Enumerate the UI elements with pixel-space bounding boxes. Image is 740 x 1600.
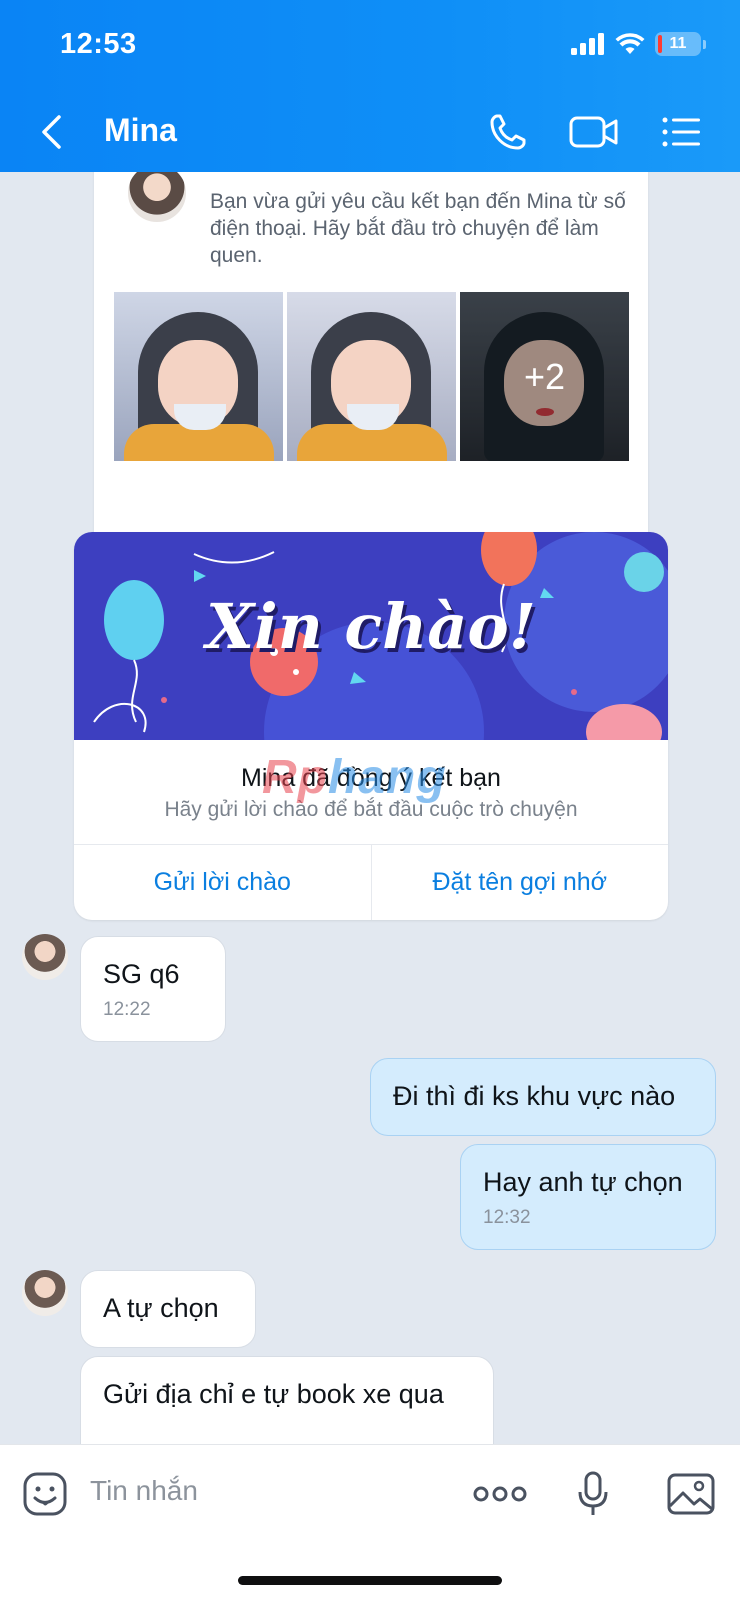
emoji-icon [23,1472,67,1516]
message-bubble-outgoing[interactable]: Đi thì đi ks khu vực nào [370,1058,716,1136]
message-text: A tự chọn [103,1293,219,1323]
chat-header: 12:53 11 Mina [0,0,740,172]
message-bubble-outgoing[interactable]: Hay anh tự chọn 12:32 [460,1144,716,1250]
greeting-banner-text: Xin chào! [206,590,536,663]
contact-photo[interactable] [287,292,456,461]
message-bubble-incoming[interactable]: A tự chọn [80,1270,256,1348]
more-dots-icon [473,1486,527,1502]
sender-avatar[interactable] [22,1270,68,1316]
message-time: 12:22 [103,999,151,1020]
battery-cap [703,39,706,49]
signal-icon [571,33,604,55]
contact-name[interactable]: Mina [104,112,177,149]
battery-level: 11 [669,35,687,52]
watermark: Rphang [262,751,447,804]
list-menu-icon [662,117,700,147]
sticker-button[interactable] [18,1467,72,1521]
home-indicator[interactable] [238,1576,502,1585]
phone-icon [490,114,526,150]
contact-photo[interactable]: +2 [460,292,629,461]
image-icon [667,1473,715,1515]
message-text: Gửi địa chỉ e tự book xe qua [103,1379,444,1409]
more-photos-count: +2 [460,292,629,461]
message-text: Hay anh tự chọn [483,1167,683,1197]
friend-request-text: Bạn vừa gửi yêu cầu kết bạn đến Mina từ … [210,190,626,267]
message-text: Đi thì đi ks khu vực nào [393,1081,676,1111]
more-options-button[interactable] [470,1467,530,1521]
contact-photos: +2 [114,292,629,461]
message-input[interactable]: Tin nhắn [90,1475,198,1507]
status-time: 12:53 [60,28,137,60]
send-greeting-button[interactable]: Gửi lời chào [74,845,371,920]
video-camera-icon [569,116,618,148]
message-list[interactable]: Bạn vừa gửi yêu cầu kết bạn đến Mina từ … [0,172,740,1444]
video-call-button[interactable] [568,108,620,156]
voice-call-button[interactable] [482,108,534,156]
chevron-left-icon [42,115,61,149]
sender-avatar[interactable] [22,934,68,980]
back-button[interactable] [38,108,78,156]
message-time: 12:32 [483,1207,531,1228]
message-bubble-incoming[interactable]: SG q6 12:22 [80,936,226,1042]
battery-icon: 11 [655,32,701,56]
send-photo-button[interactable] [664,1467,718,1521]
greeting-banner: Xin chào! [74,532,668,740]
voice-message-button[interactable] [566,1467,620,1521]
microphone-icon [578,1471,608,1515]
message-bubble-incoming[interactable]: Gửi địa chỉ e tự book xe qua [80,1356,494,1444]
wifi-icon [615,33,645,54]
greeting-actions: Gửi lời chào Đặt tên gợi nhớ [74,844,668,920]
conversation-menu-button[interactable] [656,108,708,156]
contact-photo[interactable] [114,292,283,461]
set-nickname-button[interactable]: Đặt tên gợi nhớ [370,845,669,920]
message-text: SG q6 [103,959,180,989]
friend-accepted-card: Xin chào! Mina đã đồng ý kết bạn Hãy gửi… [74,532,668,920]
status-icons: 11 [571,32,706,56]
